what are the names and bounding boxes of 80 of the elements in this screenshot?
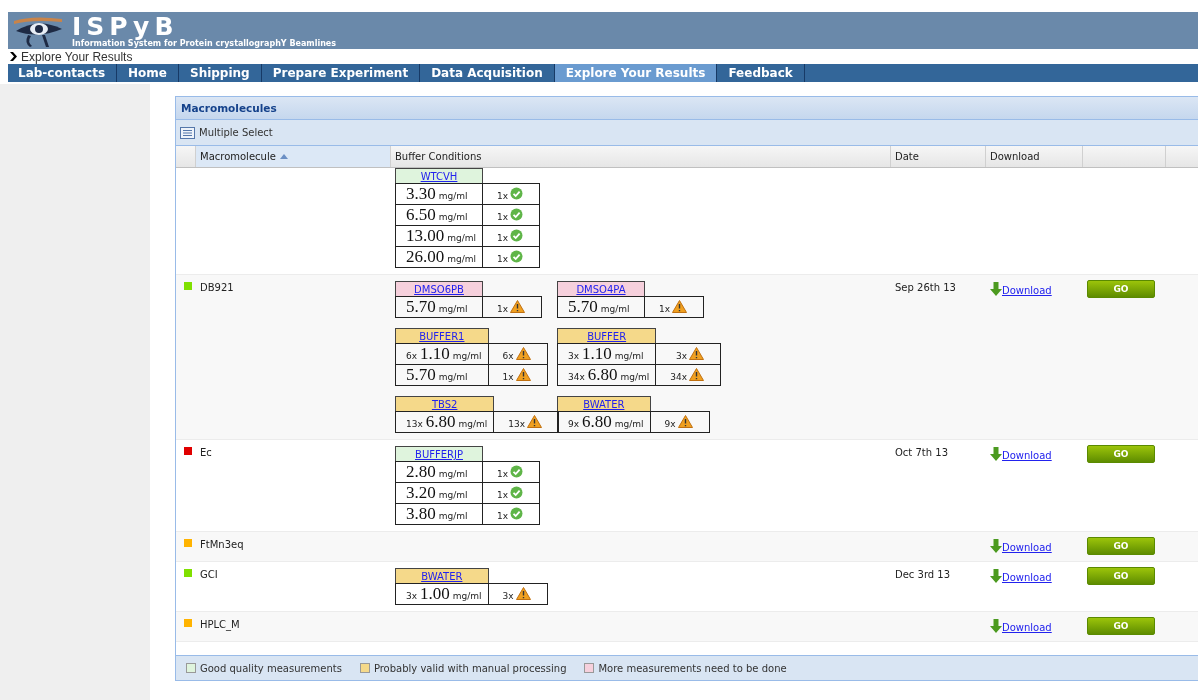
down-arrow-icon: [990, 447, 1002, 461]
concentration-cell: 3.30 mg/ml: [395, 183, 484, 204]
legend-label: More measurements need to be done: [598, 662, 787, 674]
logo-title: ISPyB: [72, 13, 180, 39]
column-header[interactable]: Macromolecule: [196, 146, 391, 167]
buffer-link[interactable]: DMSO6PB: [414, 284, 464, 295]
down-arrow-icon: [990, 539, 1002, 553]
nav-tab[interactable]: Shipping: [179, 64, 262, 82]
concentration-cell: 3.80 mg/ml: [395, 503, 483, 525]
download-link[interactable]: Download: [1002, 450, 1052, 461]
nav-tab[interactable]: Home: [117, 64, 179, 82]
buffer-link[interactable]: BWATER: [583, 399, 625, 410]
concentration-cell: 2.80 mg/ml: [395, 461, 483, 482]
buffer-link[interactable]: TBS2: [431, 399, 458, 410]
macromolecule-name: HPLC_M: [200, 619, 240, 630]
panel-title: Macromolecules: [176, 97, 1198, 120]
date-text: Dec 3rd 13: [895, 569, 951, 580]
nav-tab[interactable]: Prepare Experiment: [261, 64, 421, 82]
repeats-cell: 1x: [483, 503, 541, 525]
buffer-link[interactable]: WTCVH: [420, 171, 458, 182]
column-header[interactable]: Date: [891, 146, 986, 167]
download-link[interactable]: Download: [1002, 285, 1052, 296]
nav-tab[interactable]: Feedback: [717, 64, 805, 82]
concentration-cell: 5.70 mg/ml: [557, 296, 645, 318]
buffer-link[interactable]: DMSO4PA: [576, 284, 626, 295]
concentration-cell: 26.00 mg/ml: [395, 246, 484, 268]
repeats-cell: 1x: [483, 225, 541, 246]
column-header[interactable]: Buffer Conditions: [391, 146, 891, 167]
concentration-cell: 3.20 mg/ml: [395, 482, 483, 503]
repeats-cell: 1x: [645, 296, 705, 318]
download-link[interactable]: Download: [1002, 572, 1052, 583]
buffer-link[interactable]: BUFFER: [587, 331, 627, 342]
buffer-link[interactable]: BUFFER1: [419, 331, 465, 342]
down-arrow-icon: [990, 282, 1002, 296]
concentration-cell: 6x 1.10 mg/ml: [395, 343, 489, 364]
nav-tab[interactable]: Lab-contacts: [8, 64, 118, 82]
repeats-cell: 6x: [488, 343, 548, 364]
repeats-cell: 9x: [650, 411, 710, 433]
legend-label: Good quality measurements: [200, 662, 342, 674]
down-arrow-icon: [990, 619, 1002, 633]
repeats-cell: 1x: [488, 364, 548, 386]
repeats-cell: 1x: [483, 482, 541, 503]
legend-label: Probably valid with manual processing: [373, 662, 567, 674]
repeats-cell: 1x: [483, 246, 541, 268]
multiple-select-button[interactable]: Multiple Select: [180, 126, 273, 139]
list-icon: [180, 126, 195, 139]
concentration-cell: 9x 6.80 mg/ml: [557, 411, 651, 433]
macromolecule-name: FtMn3eq: [200, 539, 244, 550]
download-link[interactable]: Download: [1002, 542, 1052, 553]
repeats-cell: 1x: [483, 183, 541, 204]
macromolecule-name: DB921: [200, 282, 234, 293]
concentration-cell: 13.00 mg/ml: [395, 225, 484, 246]
date-text: Sep 26th 13: [895, 282, 956, 293]
concentration-cell: 34x 6.80 mg/ml: [557, 364, 657, 386]
macromolecule-name: Ec: [200, 447, 212, 458]
buffer-link[interactable]: BWATER: [421, 571, 463, 582]
date-text: Oct 7th 13: [895, 447, 948, 458]
column-header[interactable]: Download: [986, 146, 1083, 167]
concentration-cell: 5.70 mg/ml: [395, 364, 489, 386]
repeats-cell: 13x: [494, 411, 560, 433]
chevron-icon: [10, 52, 17, 61]
concentration-cell: 3x 1.00 mg/ml: [395, 583, 489, 605]
concentration-cell: 5.70 mg/ml: [395, 296, 483, 318]
concentration-cell: 3x 1.10 mg/ml: [557, 343, 657, 364]
concentration-cell: 6.50 mg/ml: [395, 204, 484, 225]
macromolecule-name: GCI: [200, 569, 218, 580]
logo-subtitle: Information System for Protein crystallographY Beamlines: [72, 38, 337, 48]
repeats-cell: 3x: [656, 343, 722, 364]
download-link[interactable]: Download: [1002, 622, 1052, 633]
sort-arrow-icon: [279, 154, 288, 159]
down-arrow-icon: [990, 569, 1002, 583]
concentration-cell: 13x 6.80 mg/ml: [395, 411, 495, 433]
buffer-link[interactable]: BUFFERJP: [415, 449, 463, 460]
repeats-cell: 34x: [656, 364, 722, 386]
breadcrumb: Explore Your Results: [21, 49, 133, 64]
repeats-cell: 3x: [488, 583, 548, 605]
repeats-cell: 1x: [483, 204, 541, 225]
repeats-cell: 1x: [483, 296, 543, 318]
repeats-cell: 1x: [483, 461, 541, 482]
nav-tab[interactable]: Data Acquisition: [420, 64, 555, 82]
